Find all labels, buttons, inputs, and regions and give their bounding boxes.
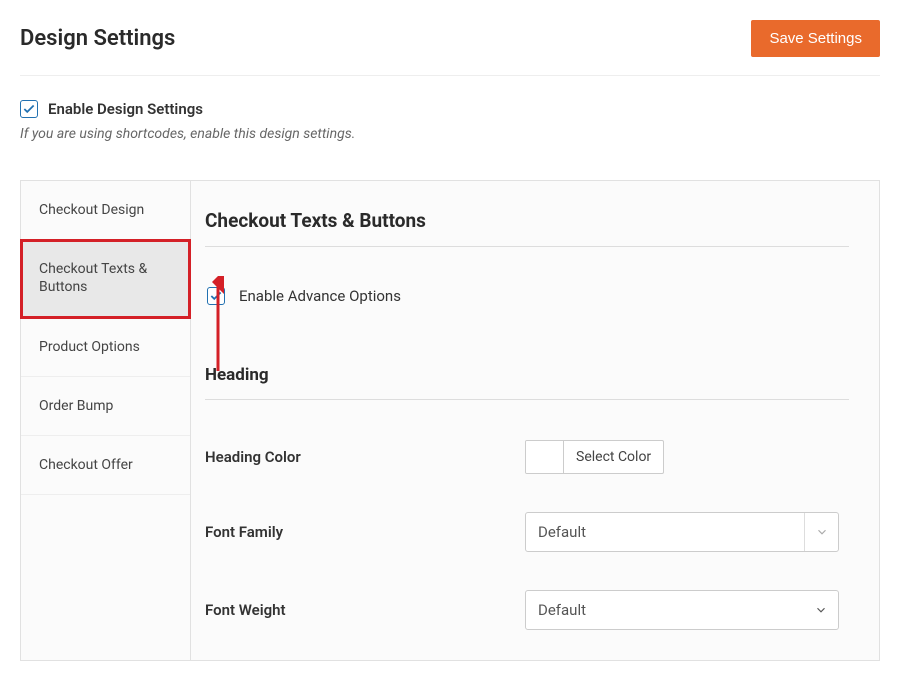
check-icon <box>22 102 36 116</box>
enable-design-settings-label: Enable Design Settings <box>48 100 203 118</box>
sidebar-item-checkout-texts-buttons[interactable]: Checkout Texts & Buttons <box>21 240 190 317</box>
font-weight-value: Default <box>538 601 586 619</box>
heading-color-label: Heading Color <box>205 448 525 466</box>
settings-panel: Checkout Design Checkout Texts & Buttons… <box>20 180 880 661</box>
font-weight-label: Font Weight <box>205 601 525 619</box>
font-weight-select[interactable]: Default <box>525 590 839 630</box>
chevron-down-icon <box>804 513 838 551</box>
section-title: Checkout Texts & Buttons <box>205 209 849 247</box>
sidebar-item-checkout-offer[interactable]: Checkout Offer <box>21 436 190 495</box>
sidebar-item-product-options[interactable]: Product Options <box>21 318 190 377</box>
settings-sidebar: Checkout Design Checkout Texts & Buttons… <box>21 181 191 660</box>
font-family-value: Default <box>538 523 586 541</box>
sidebar-item-order-bump[interactable]: Order Bump <box>21 377 190 436</box>
enable-design-settings-checkbox[interactable] <box>20 100 38 118</box>
sidebar-item-checkout-design[interactable]: Checkout Design <box>21 181 190 240</box>
save-settings-button[interactable]: Save Settings <box>751 20 880 57</box>
heading-subsection-title: Heading <box>205 365 849 400</box>
enable-advance-options-label: Enable Advance Options <box>239 287 401 305</box>
font-family-label: Font Family <box>205 523 525 541</box>
color-swatch <box>526 441 564 473</box>
font-family-select[interactable]: Default <box>525 512 839 552</box>
enable-advance-options-checkbox[interactable] <box>207 287 225 305</box>
heading-color-picker[interactable]: Select Color <box>525 440 664 474</box>
chevron-down-icon <box>804 591 838 629</box>
check-icon <box>209 289 223 303</box>
page-title: Design Settings <box>20 26 175 51</box>
select-color-button-label: Select Color <box>564 441 663 473</box>
enable-helper-text: If you are using shortcodes, enable this… <box>20 126 880 142</box>
content-area: Checkout Texts & Buttons Enable Advance … <box>191 181 879 660</box>
